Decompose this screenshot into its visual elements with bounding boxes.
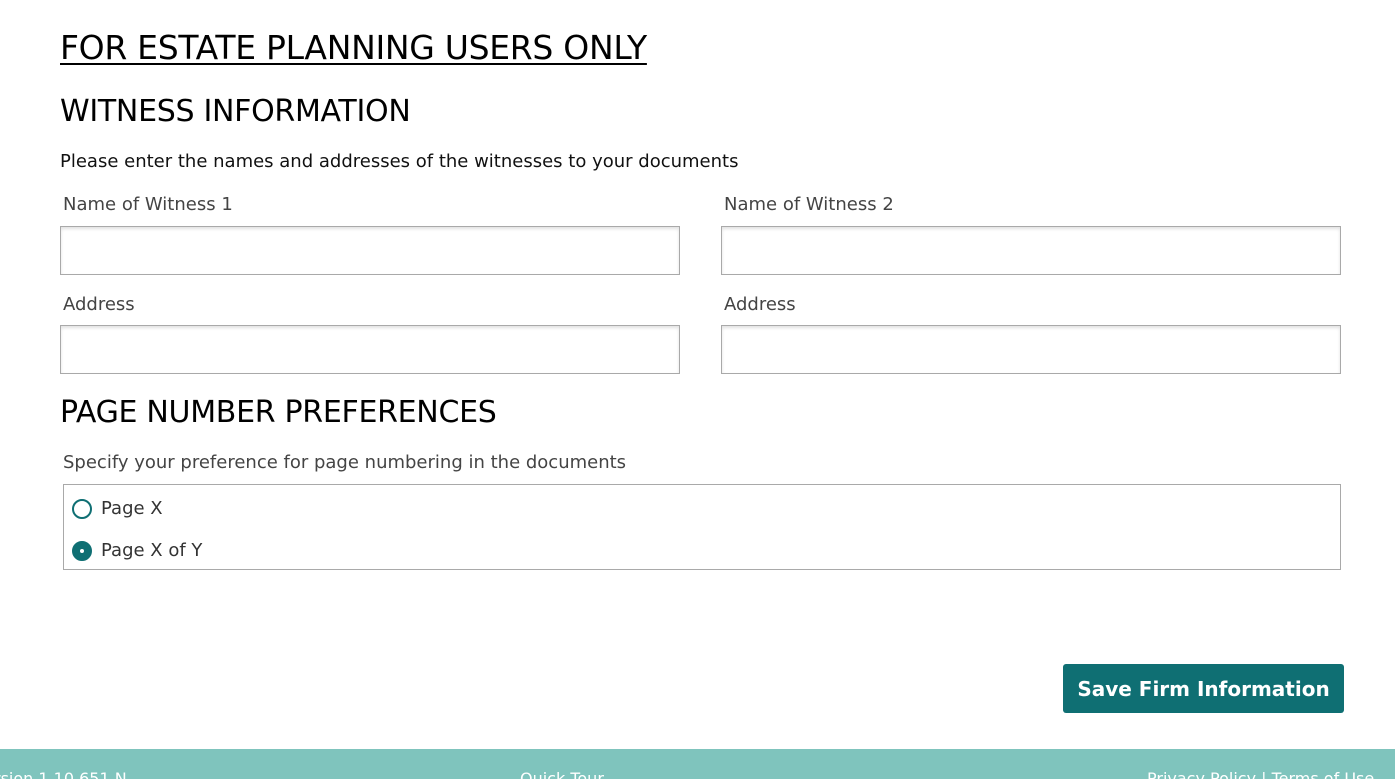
footer-quick-tour-link[interactable]: Quick Tour <box>520 769 604 779</box>
witness2-name-label: Name of Witness 2 <box>724 194 894 215</box>
witness-description: Please enter the names and addresses of … <box>60 151 739 172</box>
witness-section-title: WITNESS INFORMATION <box>60 94 411 129</box>
radio-label: Page X of Y <box>101 540 203 561</box>
witness1-name-label: Name of Witness 1 <box>63 194 233 215</box>
witness1-address-label: Address <box>63 294 135 315</box>
witness1-address-input[interactable] <box>60 325 680 374</box>
radio-button[interactable] <box>72 498 92 519</box>
page-title: FOR ESTATE PLANNING USERS ONLY <box>60 28 647 67</box>
radio-option-page-x-of-y[interactable]: Page X of Y <box>72 540 202 561</box>
page-number-description: Specify your preference for page numberi… <box>63 452 627 473</box>
footer-version: rsion 1.10.651 N <box>0 769 127 779</box>
witness1-name-input[interactable] <box>60 226 680 275</box>
page-number-section-title: PAGE NUMBER PREFERENCES <box>60 395 497 430</box>
footer: rsion 1.10.651 N Quick Tour Privacy Poli… <box>0 749 1395 779</box>
radio-option-page-x[interactable]: Page X <box>72 498 163 519</box>
save-firm-information-button[interactable]: Save Firm Information <box>1063 664 1344 713</box>
radio-button-selected[interactable] <box>72 540 92 561</box>
radio-label: Page X <box>101 498 163 519</box>
page-number-radio-group: Page X Page X of Y <box>63 484 1341 570</box>
witness2-address-input[interactable] <box>721 325 1341 374</box>
footer-legal-links[interactable]: Privacy Policy | Terms of Use <box>1147 769 1374 779</box>
witness2-name-input[interactable] <box>721 226 1341 275</box>
witness2-address-label: Address <box>724 294 796 315</box>
